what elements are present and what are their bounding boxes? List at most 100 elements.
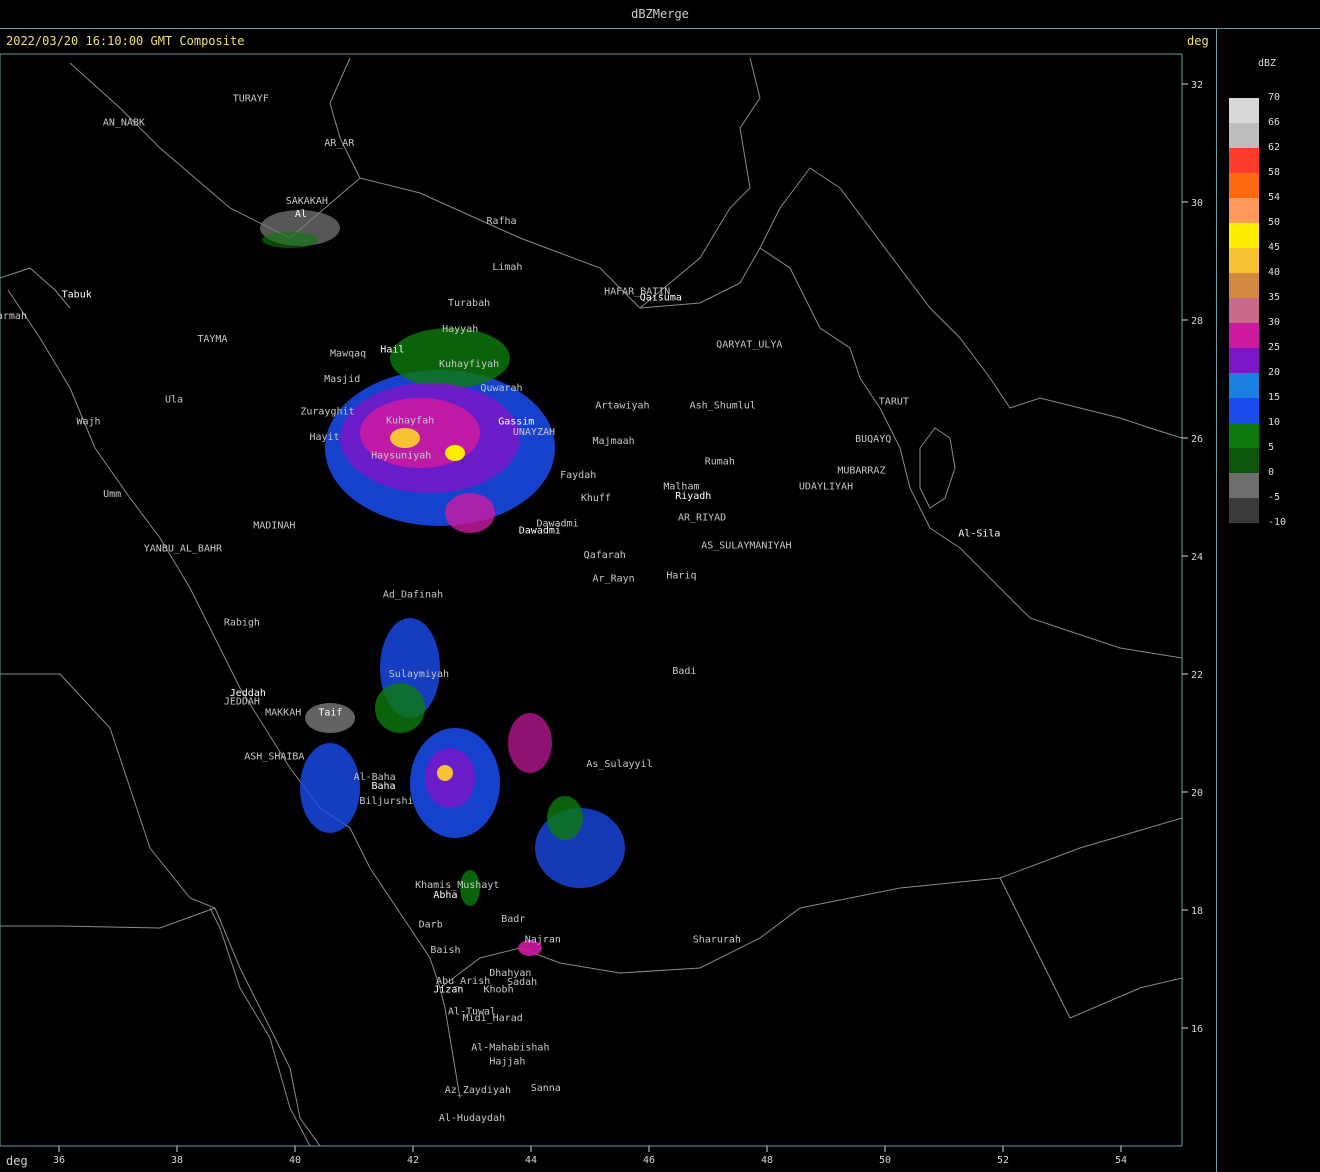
city-label: Badr — [501, 914, 525, 925]
city-label: Ash_Shumlul — [690, 401, 756, 412]
legend-title: dBZ — [1258, 58, 1277, 69]
city-label: Az_Zaydiyah — [445, 1085, 511, 1096]
city-label: Quwarah — [480, 383, 522, 394]
city-label: Umm — [103, 489, 121, 500]
legend-swatch — [1229, 198, 1259, 223]
legend-label: 20 — [1268, 367, 1281, 378]
legend-label: 5 — [1268, 442, 1275, 453]
legend-label: -10 — [1268, 517, 1287, 528]
window-title: dBZMerge — [0, 0, 1320, 29]
city-label: MAKKAH — [265, 707, 301, 718]
lat-tick-label: 22 — [1191, 670, 1203, 681]
city-label: UNAYZAH — [513, 427, 555, 438]
legend-label: 66 — [1268, 117, 1281, 128]
city-label: Hajjah — [489, 1057, 525, 1068]
legend-label: 25 — [1268, 342, 1281, 353]
city-label: Sharurah — [693, 934, 741, 945]
city-label: Rabigh — [224, 618, 260, 629]
lat-tick-label: 16 — [1191, 1024, 1203, 1035]
city-label: Rumah — [705, 457, 735, 468]
legend-label: 50 — [1268, 217, 1281, 228]
city-label: Al-Hudaydah — [439, 1113, 505, 1124]
city-label: Darb — [419, 920, 443, 931]
legend-swatch — [1229, 348, 1259, 373]
legend-label: 30 — [1268, 317, 1281, 328]
lon-tick-label: 42 — [407, 1155, 419, 1166]
city-label: Kuhayfiyah — [439, 359, 499, 370]
legend-swatch — [1229, 423, 1259, 448]
legend-label: 45 — [1268, 242, 1281, 253]
city-label: Baish — [430, 945, 460, 956]
timestamp-label: 2022/03/20 16:10:00 GMT Composite — [6, 34, 245, 48]
city-label: As_Sulayyil — [586, 759, 652, 770]
legend-label: 0 — [1268, 467, 1275, 478]
city-label: Masjid — [324, 374, 360, 385]
city-label: Al-Sila — [958, 529, 1000, 540]
legend-swatch — [1229, 473, 1259, 498]
city-label: QARYAT_ULYA — [716, 340, 782, 351]
city-label: Wajh — [76, 416, 100, 427]
lon-tick-label: 36 — [53, 1155, 65, 1166]
lat-tick-label: 26 — [1191, 434, 1203, 445]
legend-label: 62 — [1268, 142, 1281, 153]
city-label: Biljurshi — [359, 796, 413, 807]
city-label: Gassim — [498, 416, 534, 427]
lat-tick-label: 24 — [1191, 552, 1203, 563]
lon-tick-label: 40 — [289, 1155, 301, 1166]
city-label: Hariq — [666, 570, 696, 581]
legend-swatch — [1229, 123, 1259, 148]
city-label: Ar_Rayn — [593, 573, 635, 584]
city-label: Artawiyah — [595, 401, 649, 412]
city-label: Al — [295, 209, 307, 220]
radar-echoes — [260, 210, 625, 956]
city-label: MUBARRAZ — [837, 465, 885, 476]
legend-label: 40 — [1268, 267, 1281, 278]
legend-swatch — [1229, 148, 1259, 173]
city-label: Faydah — [560, 470, 596, 481]
radar-viewer-window: dBZMerge TURAYF AN_NABK AR_AR SAKAKAH Al… — [0, 0, 1320, 1172]
city-label: Jizan — [433, 985, 463, 996]
city-label: ASH_SHAIBA — [244, 752, 304, 763]
city-label: AR_RIYAD — [678, 513, 726, 524]
coastlines-borders — [0, 57, 1183, 1147]
legend-swatch — [1229, 398, 1259, 423]
city-label: Taif — [318, 707, 342, 718]
legend-swatch — [1229, 298, 1259, 323]
city-label: JEDDAH — [224, 697, 260, 708]
lon-tick-label: 38 — [171, 1155, 183, 1166]
city-label: BUQAYQ — [855, 434, 891, 445]
city-label: TURAYF — [233, 94, 269, 105]
city-label: Khuff — [581, 493, 611, 504]
city-label: Majmaah — [593, 436, 635, 447]
city-label: Hayit — [309, 432, 339, 443]
city-label: Riyadh — [675, 491, 711, 502]
city-label: Sharmah — [0, 311, 27, 322]
legend-swatch — [1229, 373, 1259, 398]
lon-tick-label: 54 — [1115, 1155, 1127, 1166]
city-label: Ula — [165, 395, 183, 406]
city-label: Sanna — [531, 1083, 561, 1094]
legend-swatch — [1229, 173, 1259, 198]
lon-tick-label: 50 — [879, 1155, 891, 1166]
city-label: Qaisuma — [640, 293, 682, 304]
city-labels: TURAYFAN_NABKAR_ARSAKAKAHAlRafhaLimahHAF… — [0, 94, 1000, 1125]
city-label: AN_NABK — [103, 117, 145, 128]
lat-tick-label: 20 — [1191, 788, 1203, 799]
legend-label: 70 — [1268, 92, 1281, 103]
map-panel[interactable]: TURAYF AN_NABK AR_AR SAKAKAH Al Rafha Limah HAF… — [0, 28, 1217, 1172]
legend-label: 15 — [1268, 392, 1281, 403]
city-label: Qafarah — [584, 550, 626, 561]
legend-label: 10 — [1268, 417, 1281, 428]
city-label: Mawqaq — [330, 349, 366, 360]
city-label: Khobh — [483, 985, 513, 996]
lon-axis-unit: deg — [6, 1154, 28, 1168]
legend-swatch — [1229, 448, 1259, 473]
lon-tick-label: 46 — [643, 1155, 655, 1166]
city-label: Abha — [433, 890, 457, 901]
city-label: MADINAH — [253, 520, 295, 531]
city-label: Dawadmi — [519, 526, 561, 537]
city-label: Hayyah — [442, 324, 478, 335]
legend-swatch — [1229, 498, 1259, 523]
radar-map[interactable]: TURAYFAN_NABKAR_ARSAKAKAHAlRafhaLimahHAF… — [0, 28, 1216, 1172]
map-area-border — [0, 53, 1183, 1147]
